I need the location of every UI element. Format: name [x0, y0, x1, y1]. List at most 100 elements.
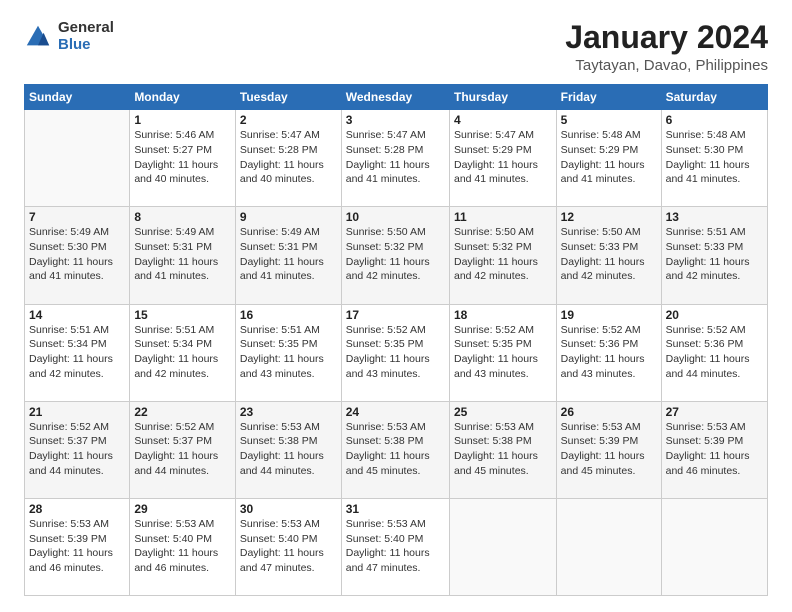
- calendar-cell: [661, 498, 767, 595]
- day-number: 25: [454, 405, 552, 419]
- day-header-monday: Monday: [130, 85, 236, 110]
- calendar-cell: 9Sunrise: 5:49 AM Sunset: 5:31 PM Daylig…: [235, 207, 341, 304]
- calendar-cell: 12Sunrise: 5:50 AM Sunset: 5:33 PM Dayli…: [556, 207, 661, 304]
- day-info: Sunrise: 5:50 AM Sunset: 5:33 PM Dayligh…: [561, 225, 657, 284]
- day-number: 20: [666, 308, 763, 322]
- calendar-cell: 22Sunrise: 5:52 AM Sunset: 5:37 PM Dayli…: [130, 401, 236, 498]
- calendar-cell: 16Sunrise: 5:51 AM Sunset: 5:35 PM Dayli…: [235, 304, 341, 401]
- day-info: Sunrise: 5:49 AM Sunset: 5:31 PM Dayligh…: [240, 225, 337, 284]
- calendar-cell: 11Sunrise: 5:50 AM Sunset: 5:32 PM Dayli…: [449, 207, 556, 304]
- title-block: January 2024 Taytayan, Davao, Philippine…: [565, 20, 768, 74]
- day-number: 29: [134, 502, 231, 516]
- calendar-cell: 24Sunrise: 5:53 AM Sunset: 5:38 PM Dayli…: [341, 401, 449, 498]
- day-number: 8: [134, 210, 231, 224]
- calendar-cell: 26Sunrise: 5:53 AM Sunset: 5:39 PM Dayli…: [556, 401, 661, 498]
- day-number: 11: [454, 210, 552, 224]
- day-info: Sunrise: 5:47 AM Sunset: 5:29 PM Dayligh…: [454, 128, 552, 187]
- day-number: 23: [240, 405, 337, 419]
- day-number: 27: [666, 405, 763, 419]
- day-number: 26: [561, 405, 657, 419]
- day-info: Sunrise: 5:53 AM Sunset: 5:39 PM Dayligh…: [29, 517, 125, 576]
- calendar-cell: 31Sunrise: 5:53 AM Sunset: 5:40 PM Dayli…: [341, 498, 449, 595]
- day-info: Sunrise: 5:53 AM Sunset: 5:38 PM Dayligh…: [346, 420, 445, 479]
- calendar-cell: 27Sunrise: 5:53 AM Sunset: 5:39 PM Dayli…: [661, 401, 767, 498]
- day-info: Sunrise: 5:50 AM Sunset: 5:32 PM Dayligh…: [454, 225, 552, 284]
- day-header-sunday: Sunday: [25, 85, 130, 110]
- page: General Blue January 2024 Taytayan, Dava…: [0, 0, 792, 612]
- calendar-body: 1Sunrise: 5:46 AM Sunset: 5:27 PM Daylig…: [25, 110, 768, 596]
- day-info: Sunrise: 5:51 AM Sunset: 5:34 PM Dayligh…: [134, 323, 231, 382]
- day-info: Sunrise: 5:52 AM Sunset: 5:35 PM Dayligh…: [454, 323, 552, 382]
- day-header-wednesday: Wednesday: [341, 85, 449, 110]
- calendar-cell: [449, 498, 556, 595]
- day-info: Sunrise: 5:47 AM Sunset: 5:28 PM Dayligh…: [240, 128, 337, 187]
- day-number: 21: [29, 405, 125, 419]
- calendar-cell: 1Sunrise: 5:46 AM Sunset: 5:27 PM Daylig…: [130, 110, 236, 207]
- day-header-friday: Friday: [556, 85, 661, 110]
- day-number: 31: [346, 502, 445, 516]
- day-info: Sunrise: 5:52 AM Sunset: 5:35 PM Dayligh…: [346, 323, 445, 382]
- day-info: Sunrise: 5:51 AM Sunset: 5:34 PM Dayligh…: [29, 323, 125, 382]
- logo-blue: Blue: [58, 37, 114, 54]
- calendar-cell: 21Sunrise: 5:52 AM Sunset: 5:37 PM Dayli…: [25, 401, 130, 498]
- month-title: January 2024: [565, 20, 768, 55]
- day-info: Sunrise: 5:53 AM Sunset: 5:40 PM Dayligh…: [134, 517, 231, 576]
- day-number: 7: [29, 210, 125, 224]
- day-info: Sunrise: 5:52 AM Sunset: 5:36 PM Dayligh…: [561, 323, 657, 382]
- day-info: Sunrise: 5:51 AM Sunset: 5:35 PM Dayligh…: [240, 323, 337, 382]
- calendar-week-0: 1Sunrise: 5:46 AM Sunset: 5:27 PM Daylig…: [25, 110, 768, 207]
- day-number: 2: [240, 113, 337, 127]
- calendar-cell: 5Sunrise: 5:48 AM Sunset: 5:29 PM Daylig…: [556, 110, 661, 207]
- calendar-cell: 13Sunrise: 5:51 AM Sunset: 5:33 PM Dayli…: [661, 207, 767, 304]
- day-number: 18: [454, 308, 552, 322]
- calendar-cell: 20Sunrise: 5:52 AM Sunset: 5:36 PM Dayli…: [661, 304, 767, 401]
- day-number: 24: [346, 405, 445, 419]
- day-number: 28: [29, 502, 125, 516]
- calendar-week-1: 7Sunrise: 5:49 AM Sunset: 5:30 PM Daylig…: [25, 207, 768, 304]
- day-number: 12: [561, 210, 657, 224]
- calendar-cell: 25Sunrise: 5:53 AM Sunset: 5:38 PM Dayli…: [449, 401, 556, 498]
- calendar-cell: 29Sunrise: 5:53 AM Sunset: 5:40 PM Dayli…: [130, 498, 236, 595]
- calendar-cell: 2Sunrise: 5:47 AM Sunset: 5:28 PM Daylig…: [235, 110, 341, 207]
- day-number: 17: [346, 308, 445, 322]
- calendar-week-2: 14Sunrise: 5:51 AM Sunset: 5:34 PM Dayli…: [25, 304, 768, 401]
- day-header-saturday: Saturday: [661, 85, 767, 110]
- day-info: Sunrise: 5:53 AM Sunset: 5:39 PM Dayligh…: [561, 420, 657, 479]
- day-info: Sunrise: 5:48 AM Sunset: 5:30 PM Dayligh…: [666, 128, 763, 187]
- calendar-cell: 4Sunrise: 5:47 AM Sunset: 5:29 PM Daylig…: [449, 110, 556, 207]
- day-number: 3: [346, 113, 445, 127]
- header: General Blue January 2024 Taytayan, Dava…: [24, 20, 768, 74]
- day-info: Sunrise: 5:53 AM Sunset: 5:40 PM Dayligh…: [346, 517, 445, 576]
- calendar-cell: 10Sunrise: 5:50 AM Sunset: 5:32 PM Dayli…: [341, 207, 449, 304]
- day-info: Sunrise: 5:49 AM Sunset: 5:31 PM Dayligh…: [134, 225, 231, 284]
- day-info: Sunrise: 5:47 AM Sunset: 5:28 PM Dayligh…: [346, 128, 445, 187]
- day-number: 5: [561, 113, 657, 127]
- day-header-thursday: Thursday: [449, 85, 556, 110]
- calendar-week-3: 21Sunrise: 5:52 AM Sunset: 5:37 PM Dayli…: [25, 401, 768, 498]
- location: Taytayan, Davao, Philippines: [565, 57, 768, 74]
- day-info: Sunrise: 5:52 AM Sunset: 5:36 PM Dayligh…: [666, 323, 763, 382]
- day-info: Sunrise: 5:52 AM Sunset: 5:37 PM Dayligh…: [29, 420, 125, 479]
- calendar-cell: 30Sunrise: 5:53 AM Sunset: 5:40 PM Dayli…: [235, 498, 341, 595]
- day-info: Sunrise: 5:46 AM Sunset: 5:27 PM Dayligh…: [134, 128, 231, 187]
- calendar-cell: 28Sunrise: 5:53 AM Sunset: 5:39 PM Dayli…: [25, 498, 130, 595]
- day-number: 13: [666, 210, 763, 224]
- day-info: Sunrise: 5:51 AM Sunset: 5:33 PM Dayligh…: [666, 225, 763, 284]
- logo-icon: [24, 23, 52, 51]
- day-info: Sunrise: 5:48 AM Sunset: 5:29 PM Dayligh…: [561, 128, 657, 187]
- calendar-cell: 8Sunrise: 5:49 AM Sunset: 5:31 PM Daylig…: [130, 207, 236, 304]
- calendar-cell: 14Sunrise: 5:51 AM Sunset: 5:34 PM Dayli…: [25, 304, 130, 401]
- day-info: Sunrise: 5:53 AM Sunset: 5:38 PM Dayligh…: [240, 420, 337, 479]
- day-number: 15: [134, 308, 231, 322]
- calendar-cell: 7Sunrise: 5:49 AM Sunset: 5:30 PM Daylig…: [25, 207, 130, 304]
- day-header-tuesday: Tuesday: [235, 85, 341, 110]
- calendar-table: SundayMondayTuesdayWednesdayThursdayFrid…: [24, 84, 768, 596]
- calendar-cell: 15Sunrise: 5:51 AM Sunset: 5:34 PM Dayli…: [130, 304, 236, 401]
- calendar-week-4: 28Sunrise: 5:53 AM Sunset: 5:39 PM Dayli…: [25, 498, 768, 595]
- day-info: Sunrise: 5:52 AM Sunset: 5:37 PM Dayligh…: [134, 420, 231, 479]
- calendar-cell: 17Sunrise: 5:52 AM Sunset: 5:35 PM Dayli…: [341, 304, 449, 401]
- day-number: 6: [666, 113, 763, 127]
- day-number: 14: [29, 308, 125, 322]
- day-number: 30: [240, 502, 337, 516]
- day-number: 1: [134, 113, 231, 127]
